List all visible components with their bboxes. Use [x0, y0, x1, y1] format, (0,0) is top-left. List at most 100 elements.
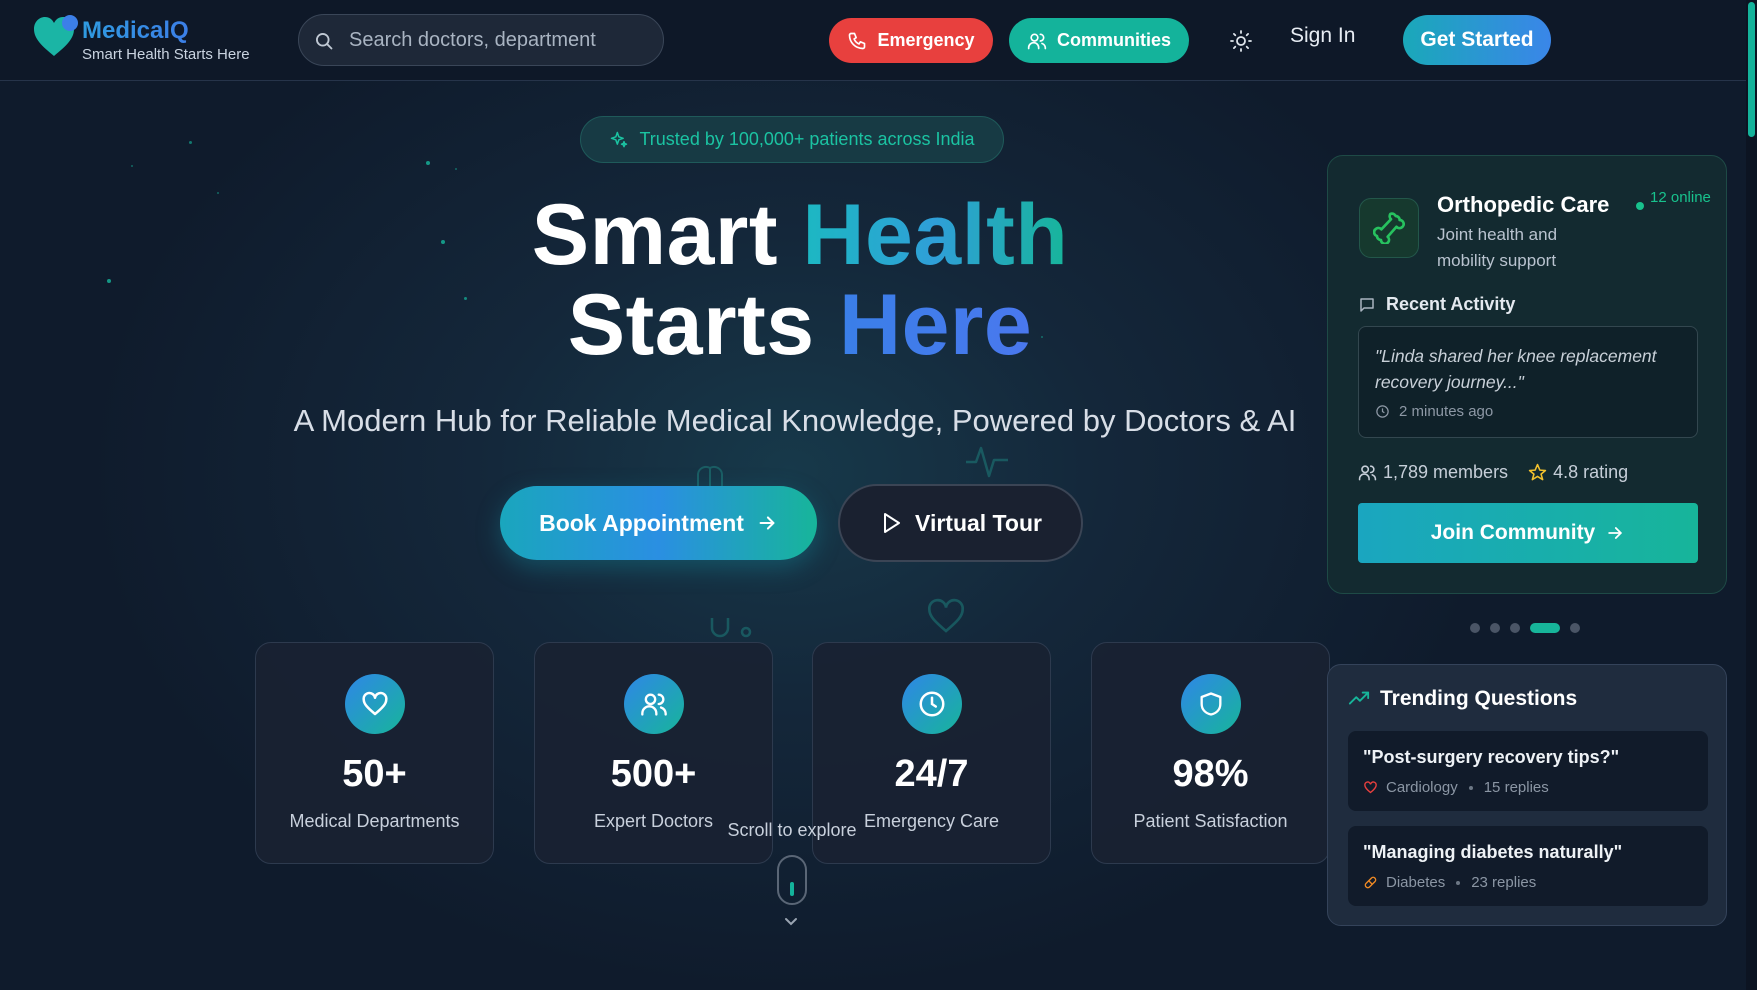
- mouse-wheel: [790, 882, 794, 896]
- star-icon: [1528, 463, 1547, 481]
- clock-icon: [919, 691, 945, 717]
- heart-logo-icon: [34, 15, 78, 56]
- question-text: "Post-surgery recovery tips?": [1363, 747, 1620, 767]
- question-text: "Managing diabetes naturally": [1363, 842, 1623, 862]
- carousel-dot-active[interactable]: [1530, 623, 1560, 633]
- stat-icon-badge: [1181, 674, 1241, 734]
- stat-icon-badge: [902, 674, 962, 734]
- activity-time-text: 2 minutes ago: [1399, 403, 1494, 420]
- book-appointment-button[interactable]: Book Appointment: [500, 486, 817, 560]
- question-replies: 15 replies: [1483, 779, 1549, 796]
- question-replies: 23 replies: [1471, 874, 1537, 891]
- pulse-deco-icon: [966, 446, 1008, 478]
- rating-text: 4.8 rating: [1553, 462, 1629, 482]
- community-icon-badge: [1359, 198, 1419, 258]
- join-community-button[interactable]: Join Community: [1358, 503, 1698, 563]
- community-title: Orthopedic Care: [1437, 192, 1610, 217]
- trending-question-item[interactable]: "Managing diabetes naturally" Diabetes 2…: [1348, 826, 1708, 906]
- page-scrollbar[interactable]: [1746, 0, 1757, 990]
- stat-card-departments: 50+ Medical Departments: [255, 642, 494, 864]
- particle-dot: [426, 161, 430, 165]
- arrow-right-icon: [1608, 527, 1622, 539]
- trusted-badge-text: Trusted by 100,000+ patients across Indi…: [639, 129, 975, 149]
- stat-label: Patient Satisfaction: [1133, 811, 1288, 831]
- trending-questions-panel: Trending Questions "Post-surgery recover…: [1327, 664, 1727, 926]
- particle-dot: [107, 279, 111, 283]
- scroll-hint-text: Scroll to explore: [727, 820, 857, 840]
- join-community-label: Join Community: [1430, 521, 1596, 544]
- brand-name: MedicalQ: [82, 17, 189, 44]
- chevron-down-icon: [785, 918, 797, 926]
- virtual-tour-button[interactable]: Virtual Tour: [838, 484, 1083, 562]
- trending-heading: Trending Questions: [1348, 687, 1577, 711]
- members-count: 1,789 members: [1358, 462, 1508, 483]
- stat-label: Medical Departments: [289, 811, 460, 831]
- heart-icon: [1364, 781, 1377, 794]
- stat-value: 98%: [1172, 753, 1249, 795]
- activity-quote-box: "Linda shared her knee replacement recov…: [1358, 326, 1698, 438]
- community-meta: 1,789 members 4.8 rating: [1358, 462, 1628, 483]
- hero-title-line1-accent: Health: [802, 187, 1069, 283]
- top-navbar: MedicalQ Smart Health Starts Here Emerge…: [0, 0, 1746, 81]
- emergency-label: Emergency: [877, 30, 975, 50]
- carousel-dot[interactable]: [1490, 623, 1500, 633]
- hero-subtitle: A Modern Hub for Reliable Medical Knowle…: [293, 403, 1297, 438]
- stethoscope-deco-icon: [710, 618, 752, 638]
- hero-title-line2-plain: Starts: [567, 277, 839, 373]
- stat-value: 24/7: [894, 753, 969, 795]
- carousel-dot[interactable]: [1570, 623, 1580, 633]
- stat-card-satisfaction: 98% Patient Satisfaction: [1091, 642, 1330, 864]
- question-meta: Cardiology 15 replies: [1363, 779, 1549, 796]
- sun-icon: [1230, 30, 1252, 52]
- activity-timestamp: 2 minutes ago: [1375, 403, 1493, 420]
- theme-toggle[interactable]: [1226, 26, 1256, 56]
- brain-deco-icon: [697, 465, 723, 488]
- stat-value: 500+: [610, 753, 697, 795]
- carousel-indicators: [1470, 623, 1580, 633]
- trending-heading-text: Trending Questions: [1380, 687, 1578, 710]
- users-icon: [641, 693, 667, 716]
- sign-in-link[interactable]: Sign In: [1290, 24, 1355, 48]
- clock-icon: [1376, 405, 1389, 418]
- play-icon: [884, 513, 901, 533]
- scrollbar-thumb[interactable]: [1748, 2, 1755, 137]
- brand-tagline: Smart Health Starts Here: [82, 46, 250, 63]
- stat-icon-badge: [345, 674, 405, 734]
- meta-separator: [1456, 880, 1461, 885]
- virtual-tour-label: Virtual Tour: [915, 509, 1042, 536]
- community-rating: 4.8 rating: [1528, 462, 1628, 483]
- online-status-badge: 12 online: [1636, 188, 1716, 210]
- users-icon: [1358, 465, 1377, 481]
- hero-title-line1-plain: Smart: [531, 187, 803, 283]
- particle-dot: [217, 192, 219, 194]
- carousel-dot[interactable]: [1470, 623, 1480, 633]
- message-icon: [1360, 297, 1374, 312]
- activity-quote: "Linda shared her knee replacement recov…: [1375, 346, 1657, 392]
- search-input[interactable]: [349, 15, 649, 65]
- stat-value: 50+: [342, 753, 407, 795]
- carousel-dot[interactable]: [1510, 623, 1520, 633]
- shield-icon: [1200, 692, 1222, 716]
- trusted-badge: Trusted by 100,000+ patients across Indi…: [580, 116, 1004, 163]
- hero-title-line2-accent: Here: [838, 277, 1033, 373]
- phone-icon: [849, 32, 866, 49]
- question-category: Diabetes: [1386, 874, 1446, 891]
- bone-icon: [1373, 212, 1405, 244]
- recent-activity-label: Recent Activity: [1386, 294, 1516, 314]
- search-icon: [316, 33, 333, 50]
- emergency-button[interactable]: Emergency: [829, 18, 993, 63]
- communities-button[interactable]: Communities: [1009, 18, 1189, 63]
- search-bar[interactable]: [298, 14, 664, 66]
- scroll-mouse-icon[interactable]: [777, 855, 807, 905]
- communities-label: Communities: [1056, 30, 1171, 50]
- recent-activity-heading: Recent Activity: [1358, 294, 1515, 315]
- heart-icon: [362, 691, 388, 716]
- stat-icon-badge: [624, 674, 684, 734]
- particle-dot: [189, 141, 192, 144]
- get-started-button[interactable]: Get Started: [1403, 15, 1551, 65]
- hero-title: Smart Health Starts Here: [440, 190, 1160, 370]
- trending-question-item[interactable]: "Post-surgery recovery tips?" Cardiology…: [1348, 731, 1708, 811]
- community-card: Orthopedic Care Joint health and mobilit…: [1327, 155, 1727, 594]
- meta-separator: [1468, 785, 1473, 790]
- brand-logo[interactable]: MedicalQ Smart Health Starts Here: [32, 12, 272, 70]
